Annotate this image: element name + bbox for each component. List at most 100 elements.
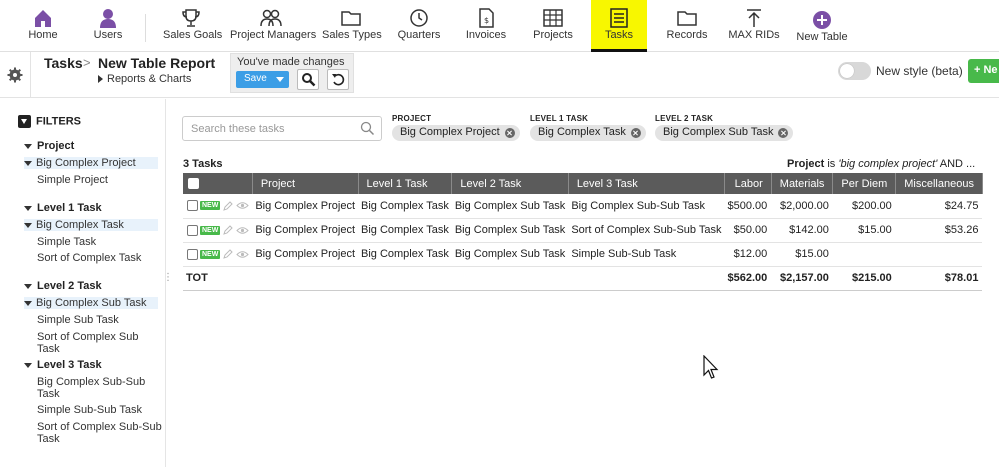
save-button[interactable]: Save [236, 71, 289, 88]
nav-records[interactable]: Records [664, 0, 710, 52]
svg-text:$: $ [484, 16, 489, 25]
nav-projects[interactable]: Projects [530, 0, 576, 52]
save-label: Save [244, 73, 267, 84]
filter-group-level2[interactable]: Level 2 Task [24, 280, 102, 292]
column-header[interactable]: Per Diem [832, 173, 897, 194]
row-checkbox[interactable] [187, 248, 198, 260]
cell-labor: $50.00 [724, 218, 772, 243]
select-all-checkbox[interactable] [188, 178, 199, 190]
filter-group-project[interactable]: Project [24, 140, 74, 152]
chip-value: Big Complex Project [400, 126, 500, 138]
filter-chip-level2: LEVEL 2 TASK Big Complex Sub Task [655, 114, 794, 141]
filter-item[interactable]: Simple Sub-Sub Task [24, 404, 158, 416]
gear-icon[interactable] [7, 67, 23, 83]
nav-invoices[interactable]: $ Invoices [464, 0, 508, 52]
cell-empty [252, 266, 358, 291]
eye-icon[interactable] [236, 226, 250, 235]
new-button[interactable]: + Ne [968, 59, 999, 83]
plus-circle-icon [813, 11, 831, 29]
column-header[interactable]: Level 1 Task [358, 173, 453, 194]
total-materials: $2,157.00 [771, 266, 833, 291]
column-header[interactable]: Materials [771, 173, 834, 194]
clock-icon [410, 9, 428, 27]
mouse-cursor-icon [703, 355, 719, 379]
nav-quarters[interactable]: Quarters [396, 0, 442, 52]
cell-level1: Big Complex Task [358, 218, 452, 243]
invoice-icon: $ [479, 8, 494, 28]
nav-project-managers[interactable]: Project Managers [230, 0, 317, 52]
pencil-icon[interactable] [223, 225, 234, 235]
column-header[interactable]: Level 2 Task [451, 173, 569, 194]
filter-item[interactable]: Big Complex Sub-Sub Task [24, 376, 164, 400]
new-button-label: + Ne [974, 64, 998, 76]
filter-item[interactable]: Sort of Complex Sub-Sub Task [24, 421, 164, 445]
search-input[interactable] [191, 121, 351, 137]
cell-labor: $12.00 [724, 242, 772, 267]
filter-group-level3[interactable]: Level 3 Task [24, 359, 102, 371]
cell-level1: Big Complex Task [358, 194, 452, 219]
column-header[interactable]: Level 3 Task [568, 173, 726, 194]
table-row[interactable]: NEW Big Complex Project Big Complex Task… [183, 242, 983, 267]
chip: Big Complex Project [392, 125, 520, 141]
search-icon[interactable] [360, 121, 375, 136]
summary-value: 'big complex project' [838, 158, 938, 170]
cell-misc [895, 242, 983, 267]
undo-icon [332, 73, 345, 86]
row-checkbox[interactable] [187, 224, 198, 236]
resize-handle[interactable]: ⋮ [163, 273, 173, 290]
nav-sales-types[interactable]: Sales Types [322, 0, 382, 52]
eye-icon[interactable] [236, 250, 250, 259]
revert-button[interactable] [327, 69, 349, 90]
breadcrumb-tasks[interactable]: Tasks [44, 55, 83, 71]
filter-item[interactable]: Sort of Complex Sub Task [24, 331, 158, 355]
chevron-down-icon[interactable] [276, 77, 284, 82]
filter-item[interactable]: Simple Sub Task [24, 314, 158, 326]
inspect-button[interactable] [297, 69, 319, 90]
column-header[interactable]: Project [252, 173, 359, 194]
summary-op: is [824, 158, 839, 170]
filter-group-level1[interactable]: Level 1 Task [24, 202, 102, 214]
remove-chip-icon[interactable] [504, 128, 515, 138]
nav-users[interactable]: Users [88, 0, 128, 52]
table-row[interactable]: NEW Big Complex Project Big Complex Task… [183, 194, 983, 219]
nav-new-table[interactable]: New Table [795, 0, 849, 52]
filter-item[interactable]: Simple Project [24, 174, 158, 186]
column-header[interactable]: Miscellaneous [895, 173, 983, 194]
filter-summary[interactable]: Project is 'big complex project' AND ... [787, 158, 999, 170]
nav-max-rids[interactable]: MAX RIDs [728, 0, 780, 52]
cell-empty [358, 266, 452, 291]
nav-label: New Table [796, 31, 848, 43]
cell-level3: Big Complex Sub-Sub Task [568, 194, 725, 219]
table-header-row: Project Level 1 Task Level 2 Task Level … [183, 173, 983, 194]
filters-header[interactable]: FILTERS [18, 115, 81, 128]
filter-item[interactable]: Big Complex Task [24, 219, 158, 231]
chevron-down-icon [24, 362, 32, 368]
chip: Big Complex Task [530, 125, 646, 141]
pencil-icon[interactable] [223, 249, 234, 259]
filter-item[interactable]: Simple Task [24, 236, 158, 248]
chip-value: Big Complex Sub Task [663, 126, 774, 138]
filter-item-label: Big Complex Project [36, 157, 136, 169]
nav-label: Users [93, 29, 123, 41]
filter-item[interactable]: Sort of Complex Task [24, 252, 158, 264]
remove-chip-icon[interactable] [778, 128, 789, 138]
nav-sales-goals[interactable]: Sales Goals [163, 0, 222, 52]
nav-label: Tasks [604, 29, 634, 41]
nav-tasks[interactable]: Tasks [591, 0, 647, 52]
new-style-toggle[interactable] [838, 62, 871, 80]
remove-chip-icon[interactable] [630, 128, 641, 138]
managers-icon [260, 9, 282, 27]
column-header[interactable]: Labor [724, 173, 772, 194]
filter-item[interactable]: Big Complex Project [24, 157, 158, 169]
table-row[interactable]: NEW Big Complex Project Big Complex Task… [183, 218, 983, 243]
cell-empty [568, 266, 725, 291]
row-checkbox[interactable] [187, 200, 198, 212]
eye-icon[interactable] [236, 201, 250, 210]
totals-row: TOT $562.00 $2,157.00 $215.00 $78.01 [183, 266, 983, 291]
pencil-icon[interactable] [223, 201, 234, 211]
filter-item[interactable]: Big Complex Sub Task [24, 297, 158, 309]
nav-home[interactable]: Home [20, 0, 66, 52]
nav-label: Project Managers [230, 29, 317, 41]
reports-charts-link[interactable]: Reports & Charts [98, 73, 191, 85]
chip-label: LEVEL 1 TASK [530, 114, 589, 123]
